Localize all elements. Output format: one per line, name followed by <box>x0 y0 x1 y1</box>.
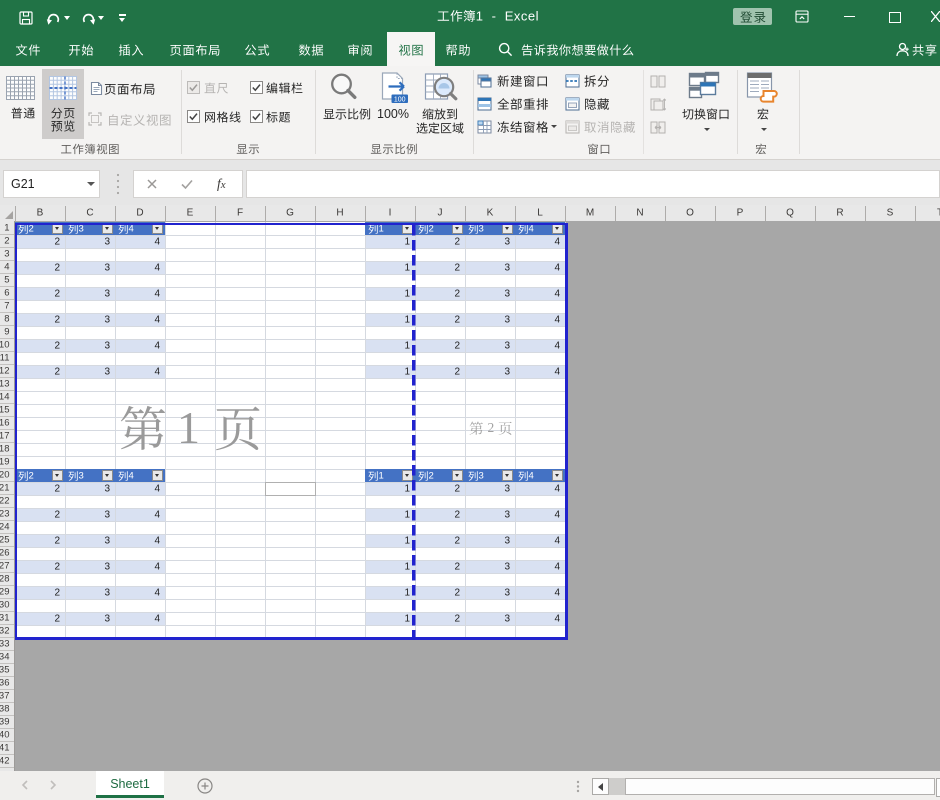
svg-text:100: 100 <box>394 96 406 103</box>
